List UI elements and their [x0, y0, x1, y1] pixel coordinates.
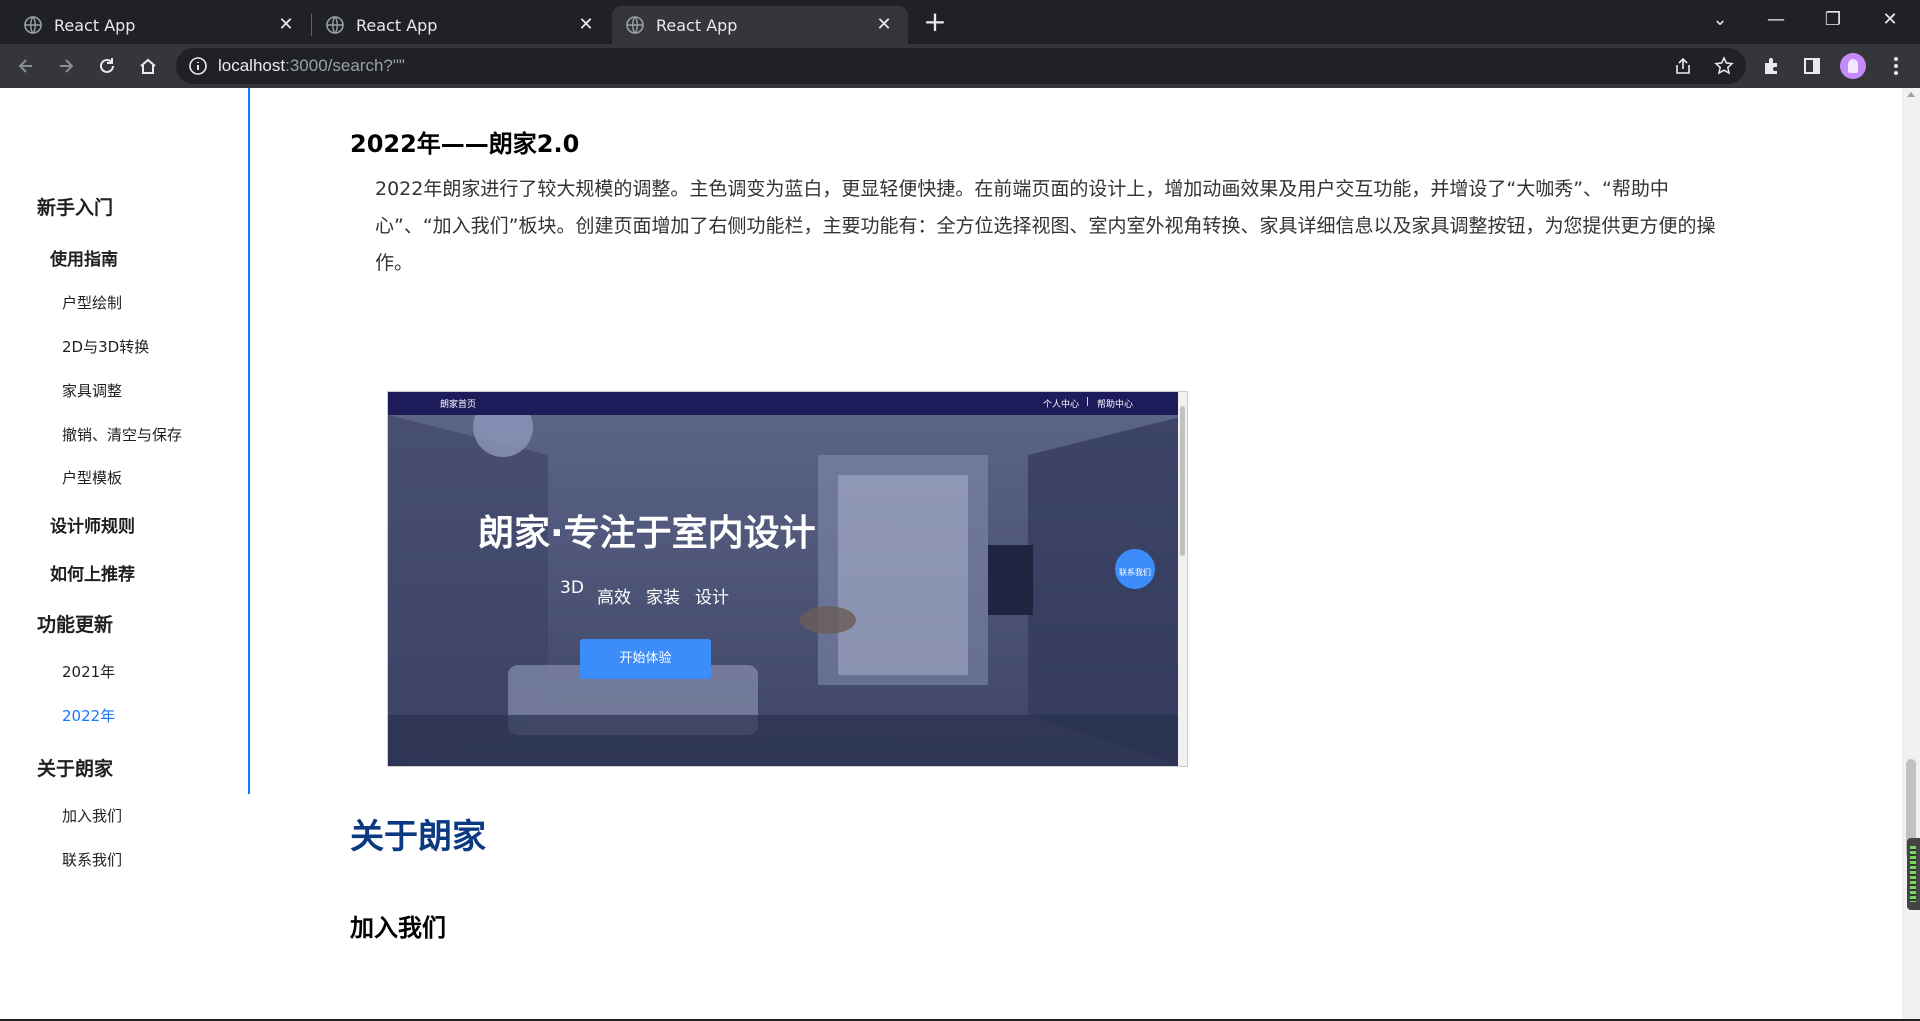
sidebar-item-getting-started[interactable]: 新手入门 [37, 193, 113, 220]
browser-tab-active[interactable]: React App ✕ [612, 6, 908, 44]
screenshot-tag: 设计 [695, 588, 729, 608]
close-window-icon[interactable]: ✕ [1862, 0, 1918, 40]
screenshot-nav-personal: 个人中心 [1043, 400, 1080, 410]
sidebar-item-designer-rules[interactable]: 设计师规则 [50, 512, 135, 537]
sidebar-item-floorplan-templates[interactable]: 户型模板 [62, 467, 122, 488]
sidebar-item-how-to-recommend[interactable]: 如何上推荐 [50, 560, 135, 585]
browser-tab[interactable]: React App ✕ [10, 6, 310, 44]
screenshot-hero-title: 朗家·专注于室内设计 [478, 513, 816, 554]
close-tab-icon[interactable]: ✕ [276, 15, 296, 35]
screenshot-start-button: 开始体验 [580, 639, 711, 679]
sidebar-item-join-us[interactable]: 加入我们 [62, 805, 122, 826]
tab-title: React App [54, 15, 136, 35]
globe-icon [626, 16, 644, 34]
tab-title: React App [656, 15, 738, 35]
section-heading-about: 关于朗家 [350, 817, 486, 857]
extensions-puzzle-icon[interactable] [1762, 56, 1782, 76]
section-heading-2022: 2022年——朗家2.0 [350, 130, 580, 158]
kebab-menu-icon[interactable] [1886, 55, 1906, 77]
sidebar-item-floorplan-drawing[interactable]: 户型绘制 [62, 292, 122, 313]
scroll-up-arrow-icon[interactable] [1907, 92, 1915, 97]
forward-icon[interactable] [50, 50, 82, 82]
close-tab-icon[interactable]: ✕ [874, 15, 894, 35]
screenshot-nav-separator: | [1086, 397, 1090, 407]
sidebar-item-about[interactable]: 关于朗家 [37, 754, 113, 781]
screenshot-navbar: 朗家首页 个人中心 | 帮助中心 [388, 392, 1187, 415]
minimize-icon[interactable]: — [1748, 0, 1804, 40]
restore-icon[interactable]: ❐ [1805, 0, 1861, 40]
tab-search-icon[interactable]: ⌄ [1692, 0, 1748, 40]
back-icon[interactable] [10, 50, 42, 82]
homepage-screenshot-image: 朗家首页 个人中心 | 帮助中心 朗家·专注于室内设计 3D 高效 家装 设计 … [387, 391, 1188, 767]
sidebar-item-2021[interactable]: 2021年 [62, 661, 115, 682]
room-background-illustration [388, 415, 1187, 766]
globe-icon [326, 16, 344, 34]
share-icon[interactable] [1673, 56, 1693, 76]
globe-icon [24, 16, 42, 34]
docs-sidebar: 新手入门 使用指南 户型绘制 2D与3D转换 家具调整 撤销、清空与保存 户型模… [0, 88, 250, 869]
url-text: localhost:3000/search?"" [218, 56, 405, 75]
screenshot-tag: 高效 [597, 588, 631, 608]
reload-icon[interactable] [91, 50, 123, 82]
screenshot-contact-float: 联系我们 [1115, 549, 1155, 589]
screenshot-tag: 家装 [646, 588, 680, 608]
profile-avatar[interactable] [1840, 53, 1866, 79]
extension-side-widget[interactable] [1907, 838, 1920, 910]
close-tab-icon[interactable]: ✕ [576, 15, 596, 35]
section-paragraph-2022: 2022年朗家进行了较大规模的调整。主色调变为蓝白，更显轻便快捷。在前端页面的设… [375, 178, 1716, 274]
sidebar-item-user-guide[interactable]: 使用指南 [50, 245, 118, 270]
home-icon[interactable] [132, 50, 164, 82]
bookmark-star-icon[interactable] [1714, 56, 1734, 76]
browser-tab[interactable]: React App ✕ [312, 6, 610, 44]
sidebar-item-updates[interactable]: 功能更新 [37, 610, 113, 637]
screenshot-tag: 3D [560, 578, 584, 598]
tab-title: React App [356, 15, 438, 35]
screenshot-scrollbar [1178, 392, 1187, 766]
address-bar[interactable]: localhost:3000/search?"" [176, 48, 1746, 84]
sidebar-item-undo-clear-save[interactable]: 撤销、清空与保存 [62, 424, 182, 445]
sidebar-item-furniture-adjust[interactable]: 家具调整 [62, 380, 122, 401]
side-panel-icon[interactable] [1802, 56, 1822, 76]
screenshot-nav-home: 朗家首页 [440, 400, 477, 410]
screenshot-nav-help: 帮助中心 [1097, 400, 1134, 410]
browser-tab-strip: React App ✕ React App ✕ React App ✕ + ⌄ … [0, 0, 1920, 44]
browser-toolbar: localhost:3000/search?"" [0, 44, 1920, 88]
section-heading-join: 加入我们 [350, 914, 446, 942]
sidebar-item-2022[interactable]: 2022年 [62, 705, 115, 726]
new-tab-icon[interactable]: + [920, 8, 950, 38]
site-info-icon[interactable] [188, 56, 208, 76]
sidebar-item-2d-3d-switch[interactable]: 2D与3D转换 [62, 336, 149, 357]
sidebar-item-contact-us[interactable]: 联系我们 [62, 849, 122, 870]
